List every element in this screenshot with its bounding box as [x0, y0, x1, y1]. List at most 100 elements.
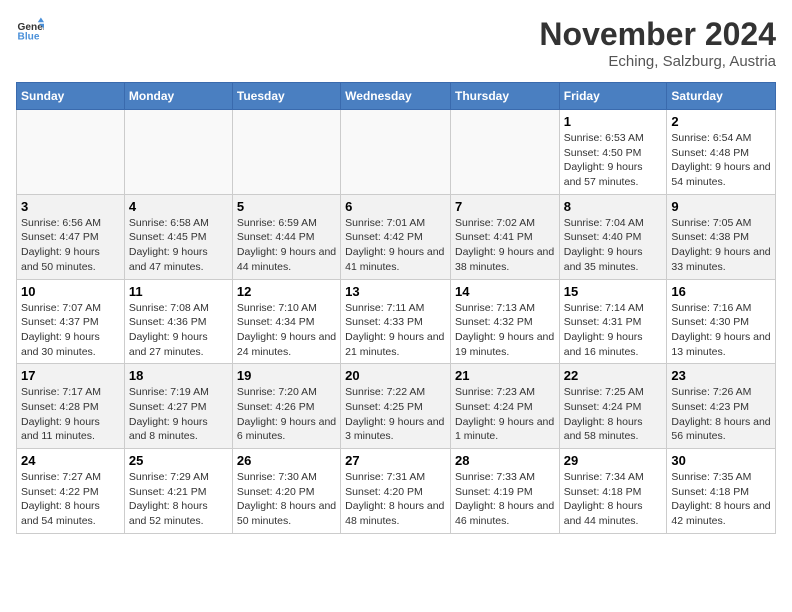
calendar-table: SundayMondayTuesdayWednesdayThursdayFrid… — [16, 82, 776, 534]
day-number: 16 — [671, 284, 771, 299]
day-detail: Sunrise: 6:59 AM Sunset: 4:44 PM Dayligh… — [237, 216, 336, 275]
calendar-day-cell: 6 Sunrise: 7:01 AM Sunset: 4:42 PM Daylig… — [341, 194, 451, 279]
day-number: 30 — [671, 453, 771, 468]
day-detail: Sunrise: 7:34 AM Sunset: 4:18 PM Dayligh… — [564, 470, 663, 529]
calendar-day-cell: 25Sunrise: 7:29 AM Sunset: 4:21 PM Dayli… — [124, 449, 232, 534]
calendar-day-cell: 28Sunrise: 7:33 AM Sunset: 4:19 PM Dayli… — [450, 449, 559, 534]
calendar-body: 1Sunrise: 6:53 AM Sunset: 4:50 PM Daylig… — [17, 110, 776, 534]
day-number: 17 — [21, 368, 120, 383]
calendar-week-row: 17 Sunrise: 7:17 AM Sunset: 4:28 PM Dayli… — [17, 364, 776, 449]
day-detail: Sunrise: 7:23 AM Sunset: 4:24 PM Dayligh… — [455, 385, 555, 444]
day-detail: Sunrise: 6:58 AM Sunset: 4:45 PM Dayligh… — [129, 216, 228, 275]
weekday-header: Monday — [124, 83, 232, 110]
day-number: 3 — [21, 199, 120, 214]
calendar-day-cell: 27Sunrise: 7:31 AM Sunset: 4:20 PM Dayli… — [341, 449, 451, 534]
day-detail: Sunrise: 7:13 AM Sunset: 4:32 PM Dayligh… — [455, 301, 555, 360]
day-number: 9 — [671, 199, 771, 214]
day-number: 12 — [237, 284, 336, 299]
day-detail: Sunrise: 7:35 AM Sunset: 4:18 PM Dayligh… — [671, 470, 771, 529]
calendar-day-cell: 19 Sunrise: 7:20 AM Sunset: 4:26 PM Dayli… — [232, 364, 340, 449]
day-number: 21 — [455, 368, 555, 383]
calendar-week-row: 10 Sunrise: 7:07 AM Sunset: 4:37 PM Dayli… — [17, 279, 776, 364]
logo-icon: General Blue — [16, 16, 44, 44]
calendar-day-cell: 13 Sunrise: 7:11 AM Sunset: 4:33 PM Dayli… — [341, 279, 451, 364]
weekday-header: Tuesday — [232, 83, 340, 110]
day-number: 6 — [345, 199, 446, 214]
day-number: 23 — [671, 368, 771, 383]
calendar-day-cell — [17, 110, 125, 195]
calendar-day-cell — [232, 110, 340, 195]
calendar-day-cell: 22 Sunrise: 7:25 AM Sunset: 4:24 PM Dayli… — [559, 364, 667, 449]
day-detail: Sunrise: 7:26 AM Sunset: 4:23 PM Dayligh… — [671, 385, 771, 444]
calendar-day-cell: 26Sunrise: 7:30 AM Sunset: 4:20 PM Dayli… — [232, 449, 340, 534]
calendar-day-cell: 12Sunrise: 7:10 AM Sunset: 4:34 PM Dayli… — [232, 279, 340, 364]
calendar-week-row: 1Sunrise: 6:53 AM Sunset: 4:50 PM Daylig… — [17, 110, 776, 195]
calendar-day-cell — [341, 110, 451, 195]
calendar-day-cell: 2 Sunrise: 6:54 AM Sunset: 4:48 PM Daylig… — [667, 110, 776, 195]
calendar-day-cell: 1Sunrise: 6:53 AM Sunset: 4:50 PM Daylig… — [559, 110, 667, 195]
calendar-day-cell: 9 Sunrise: 7:05 AM Sunset: 4:38 PM Daylig… — [667, 194, 776, 279]
day-number: 7 — [455, 199, 555, 214]
day-detail: Sunrise: 7:11 AM Sunset: 4:33 PM Dayligh… — [345, 301, 446, 360]
calendar-day-cell: 29 Sunrise: 7:34 AM Sunset: 4:18 PM Dayli… — [559, 449, 667, 534]
calendar-day-cell: 3 Sunrise: 6:56 AM Sunset: 4:47 PM Daylig… — [17, 194, 125, 279]
day-detail: Sunrise: 6:56 AM Sunset: 4:47 PM Dayligh… — [21, 216, 120, 275]
month-title: November 2024 — [539, 16, 776, 53]
day-detail: Sunrise: 7:27 AM Sunset: 4:22 PM Dayligh… — [21, 470, 120, 529]
day-number: 5 — [237, 199, 336, 214]
day-number: 20 — [345, 368, 446, 383]
weekday-header: Wednesday — [341, 83, 451, 110]
day-detail: Sunrise: 7:22 AM Sunset: 4:25 PM Dayligh… — [345, 385, 446, 444]
day-detail: Sunrise: 7:01 AM Sunset: 4:42 PM Dayligh… — [345, 216, 446, 275]
calendar-header-row: SundayMondayTuesdayWednesdayThursdayFrid… — [17, 83, 776, 110]
day-detail: Sunrise: 7:04 AM Sunset: 4:40 PM Dayligh… — [564, 216, 663, 275]
day-number: 13 — [345, 284, 446, 299]
calendar-day-cell: 7Sunrise: 7:02 AM Sunset: 4:41 PM Daylig… — [450, 194, 559, 279]
page-header: General Blue November 2024 Eching, Salzb… — [16, 16, 776, 70]
day-detail: Sunrise: 7:07 AM Sunset: 4:37 PM Dayligh… — [21, 301, 120, 360]
calendar-day-cell: 23 Sunrise: 7:26 AM Sunset: 4:23 PM Dayli… — [667, 364, 776, 449]
day-number: 10 — [21, 284, 120, 299]
day-detail: Sunrise: 6:54 AM Sunset: 4:48 PM Dayligh… — [671, 131, 771, 190]
calendar-day-cell: 20 Sunrise: 7:22 AM Sunset: 4:25 PM Dayli… — [341, 364, 451, 449]
calendar-day-cell: 5 Sunrise: 6:59 AM Sunset: 4:44 PM Daylig… — [232, 194, 340, 279]
day-detail: Sunrise: 7:05 AM Sunset: 4:38 PM Dayligh… — [671, 216, 771, 275]
day-number: 19 — [237, 368, 336, 383]
day-detail: Sunrise: 7:33 AM Sunset: 4:19 PM Dayligh… — [455, 470, 555, 529]
calendar-day-cell: 16Sunrise: 7:16 AM Sunset: 4:30 PM Dayli… — [667, 279, 776, 364]
calendar-day-cell: 10 Sunrise: 7:07 AM Sunset: 4:37 PM Dayli… — [17, 279, 125, 364]
calendar-day-cell: 14Sunrise: 7:13 AM Sunset: 4:32 PM Dayli… — [450, 279, 559, 364]
calendar-day-cell: 18 Sunrise: 7:19 AM Sunset: 4:27 PM Dayli… — [124, 364, 232, 449]
calendar-day-cell — [450, 110, 559, 195]
day-number: 29 — [564, 453, 663, 468]
calendar-day-cell: 17 Sunrise: 7:17 AM Sunset: 4:28 PM Dayli… — [17, 364, 125, 449]
day-number: 24 — [21, 453, 120, 468]
calendar-day-cell: 11Sunrise: 7:08 AM Sunset: 4:36 PM Dayli… — [124, 279, 232, 364]
weekday-header: Thursday — [450, 83, 559, 110]
svg-text:Blue: Blue — [18, 31, 40, 42]
day-detail: Sunrise: 7:19 AM Sunset: 4:27 PM Dayligh… — [129, 385, 228, 444]
day-detail: Sunrise: 6:53 AM Sunset: 4:50 PM Dayligh… — [564, 131, 663, 190]
day-number: 18 — [129, 368, 228, 383]
location: Eching, Salzburg, Austria — [539, 53, 776, 70]
calendar-day-cell — [124, 110, 232, 195]
calendar-week-row: 24 Sunrise: 7:27 AM Sunset: 4:22 PM Dayli… — [17, 449, 776, 534]
calendar-day-cell: 15 Sunrise: 7:14 AM Sunset: 4:31 PM Dayli… — [559, 279, 667, 364]
day-detail: Sunrise: 7:25 AM Sunset: 4:24 PM Dayligh… — [564, 385, 663, 444]
day-detail: Sunrise: 7:20 AM Sunset: 4:26 PM Dayligh… — [237, 385, 336, 444]
day-detail: Sunrise: 7:31 AM Sunset: 4:20 PM Dayligh… — [345, 470, 446, 529]
calendar-day-cell: 30 Sunrise: 7:35 AM Sunset: 4:18 PM Dayli… — [667, 449, 776, 534]
day-detail: Sunrise: 7:17 AM Sunset: 4:28 PM Dayligh… — [21, 385, 120, 444]
logo: General Blue — [16, 16, 44, 44]
day-number: 26 — [237, 453, 336, 468]
day-number: 25 — [129, 453, 228, 468]
day-detail: Sunrise: 7:14 AM Sunset: 4:31 PM Dayligh… — [564, 301, 663, 360]
calendar-day-cell: 21 Sunrise: 7:23 AM Sunset: 4:24 PM Dayli… — [450, 364, 559, 449]
day-number: 11 — [129, 284, 228, 299]
day-number: 15 — [564, 284, 663, 299]
day-number: 2 — [671, 114, 771, 129]
day-number: 22 — [564, 368, 663, 383]
day-number: 4 — [129, 199, 228, 214]
day-number: 8 — [564, 199, 663, 214]
calendar-day-cell: 24 Sunrise: 7:27 AM Sunset: 4:22 PM Dayli… — [17, 449, 125, 534]
